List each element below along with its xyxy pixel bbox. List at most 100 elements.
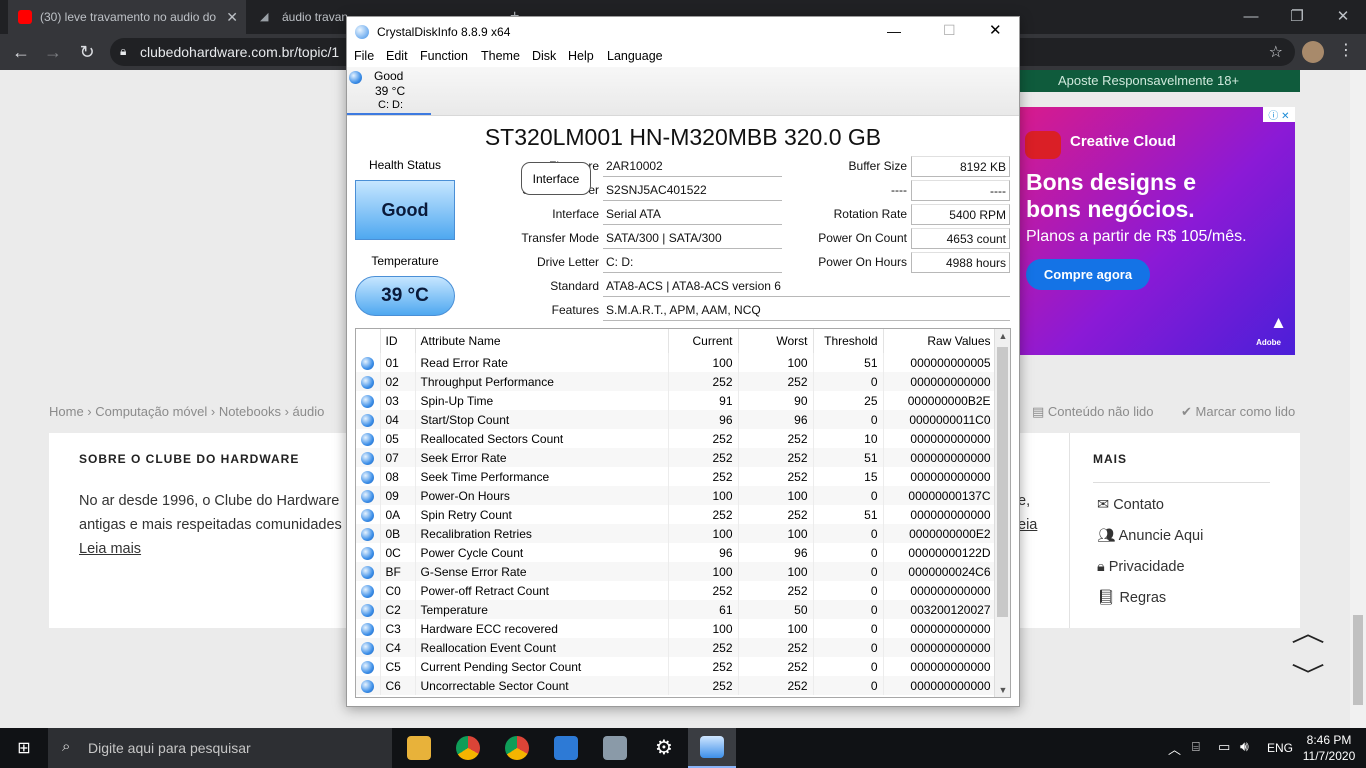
footer-link-regras[interactable]: 📘︎ Regras [1097, 586, 1166, 610]
header-current[interactable]: Current [668, 329, 739, 353]
menu-function[interactable]: Function [420, 49, 468, 63]
minimize-icon[interactable]: — [1228, 0, 1274, 32]
control-panel-icon[interactable] [554, 736, 578, 760]
footer-link-privacidade[interactable]: 🔒︎ Privacidade [1097, 555, 1185, 579]
chrome-icon-2[interactable] [505, 736, 529, 760]
header-attribute-name[interactable]: Attribute Name [415, 329, 669, 353]
about-line-2-tail[interactable]: eia [1018, 513, 1037, 537]
close-tab-icon[interactable]: ✕ [226, 9, 238, 26]
smart-row[interactable]: C6 Uncorrectable Sector Count 252 252 0 00000… [356, 676, 997, 695]
device-manager-icon[interactable] [603, 736, 627, 760]
tray-chevron-icon[interactable]: ︿ [1168, 739, 1181, 758]
volume-icon[interactable]: 🔊︎ [1240, 738, 1249, 755]
breadcrumb-home[interactable]: Home [49, 404, 84, 419]
smart-scrollbar-thumb[interactable] [997, 347, 1008, 617]
file-explorer-icon[interactable] [407, 736, 431, 760]
forward-icon[interactable]: → [40, 40, 66, 64]
menu-theme[interactable]: Theme [481, 49, 520, 63]
mark-read-link[interactable]: ✔ Marcar como lido [1181, 404, 1295, 420]
smart-raw-value: 003200120027 [883, 600, 997, 619]
taskbar-search[interactable]: ⌕ Digite aqui para pesquisar [48, 728, 392, 768]
smart-row[interactable]: C0 Power-off Retract Count 252 252 0 00000000… [356, 581, 997, 600]
cdi-minimize-icon[interactable]: — [887, 23, 901, 39]
menu-disk[interactable]: Disk [532, 49, 556, 63]
clock-date: 11/7/2020 [1302, 749, 1356, 763]
smart-status-cell [356, 353, 381, 372]
ad-creative-cloud[interactable]: Creative Cloud Bons designs e bons negóc… [1020, 107, 1295, 355]
avatar[interactable] [1302, 41, 1324, 63]
tab-youtube[interactable]: (30) leve travamento no audio do ✕ [8, 0, 246, 34]
scrollbar-thumb[interactable] [1353, 615, 1363, 705]
smart-row[interactable]: 03 Spin-Up Time 91 90 25 000000000B2E [356, 391, 997, 410]
settings-gear-icon[interactable]: ⚙ [652, 736, 676, 760]
network-icon[interactable]: ⌸ [1192, 739, 1200, 755]
smart-id: C4 [380, 638, 416, 657]
bookmark-star-icon[interactable]: ☆ [1269, 42, 1283, 62]
smart-row[interactable]: 01 Read Error Rate 100 100 51 000000000005 [356, 353, 997, 372]
menu-kebab-icon[interactable]: ⋮ [1338, 40, 1354, 60]
menu-file[interactable]: File [354, 49, 374, 63]
cdi-close-icon[interactable]: ✕ [989, 21, 1002, 39]
status-good-icon [361, 394, 374, 408]
scroll-down-arrow-icon[interactable]: ▼ [995, 685, 1010, 695]
taskbar-crystaldiskinfo[interactable] [688, 728, 736, 768]
smart-row[interactable]: 09 Power-On Hours 100 100 0 00000000137C [356, 486, 997, 505]
header-worst[interactable]: Worst [738, 329, 814, 353]
ad-banner-top[interactable]: Aposte Responsavelmente 18+ [1020, 70, 1300, 92]
scroll-up-arrow-icon[interactable]: ▲ [995, 331, 1010, 341]
smart-current: 252 [668, 581, 739, 600]
smart-row[interactable]: 02 Throughput Performance 252 252 0 000000000… [356, 372, 997, 391]
reload-icon[interactable]: ↻ [74, 40, 100, 64]
smart-row[interactable]: 0C Power Cycle Count 96 96 0 00000000122D [356, 543, 997, 562]
smart-row[interactable]: 0A Spin Retry Count 252 252 51 000000000000 [356, 505, 997, 524]
smart-worst: 100 [738, 619, 814, 638]
smart-row[interactable]: C4 Reallocation Event Count 252 252 0 0000000… [356, 638, 997, 657]
read-more-link[interactable]: Leia mais [79, 537, 141, 561]
smart-row[interactable]: C2 Temperature 61 50 0 003200120027 [356, 600, 997, 619]
unread-content-link[interactable]: ▤ Conteúdo não lido [1032, 404, 1153, 420]
scroll-down-icon[interactable]: ﹀ [1291, 656, 1325, 691]
menu-language[interactable]: Language [607, 49, 663, 63]
page-scrollbar[interactable] [1350, 70, 1366, 728]
breadcrumb-mobile[interactable]: Computação móvel [95, 404, 207, 419]
clock[interactable]: 8:46 PM 11/7/2020 [1300, 732, 1358, 764]
menu-edit[interactable]: Edit [386, 49, 408, 63]
chrome-icon[interactable] [456, 736, 480, 760]
smart-row[interactable]: C3 Hardware ECC recovered 100 100 0 000000000… [356, 619, 997, 638]
drive-tab[interactable]: Good 39 °C C: D: [347, 67, 431, 115]
restore-icon[interactable]: ❐ [1274, 0, 1320, 32]
smart-status-cell [356, 676, 381, 695]
smart-scrollbar[interactable]: ▲ ▼ [994, 329, 1010, 697]
cdi-title-bar[interactable]: CrystalDiskInfo 8.8.9 x64 — ☐ ✕ [347, 17, 1019, 47]
temperature-value[interactable]: 39 °C [355, 276, 455, 316]
footer-link-anuncie[interactable]: 👥︎ Anuncie Aqui [1097, 524, 1203, 548]
smart-row[interactable]: 05 Reallocated Sectors Count 252 252 10 00000… [356, 429, 997, 448]
footer-link-contato[interactable]: ✉ Contato [1097, 493, 1164, 517]
smart-worst: 252 [738, 467, 814, 486]
cdi-maximize-icon[interactable]: ☐ [943, 22, 956, 39]
header-raw-values[interactable]: Raw Values [883, 329, 997, 353]
back-icon[interactable]: ← [8, 40, 34, 64]
smart-current: 252 [668, 429, 739, 448]
windows-start-icon[interactable]: ⊞ [0, 728, 48, 768]
smart-row[interactable]: 04 Start/Stop Count 96 96 0 0000000011C0 [356, 410, 997, 429]
battery-icon[interactable]: ▭ [1218, 739, 1230, 755]
language-indicator[interactable]: ENG [1267, 741, 1293, 755]
header-status[interactable] [356, 329, 381, 353]
ad-choices-icon[interactable]: ⓘ ✕ [1263, 107, 1295, 122]
header-id[interactable]: ID [380, 329, 416, 353]
health-status-button[interactable]: Good [355, 180, 455, 240]
smart-row[interactable]: C5 Current Pending Sector Count 252 252 0 000… [356, 657, 997, 676]
ad-cta-button[interactable]: Compre agora [1026, 259, 1150, 290]
menu-help[interactable]: Help [568, 49, 594, 63]
breadcrumb-topic[interactable]: áudio [293, 404, 325, 419]
header-threshold[interactable]: Threshold [813, 329, 884, 353]
close-window-icon[interactable]: ✕ [1320, 0, 1366, 32]
breadcrumb-notebooks[interactable]: Notebooks [219, 404, 281, 419]
smart-row[interactable]: 0B Recalibration Retries 100 100 0 0000000000… [356, 524, 997, 543]
smart-row[interactable]: 08 Seek Time Performance 252 252 15 000000000… [356, 467, 997, 486]
smart-row[interactable]: BF G-Sense Error Rate 100 100 0 0000000024C6 [356, 562, 997, 581]
smart-attributes-list[interactable]: ID Attribute Name Current Worst Threshol… [355, 328, 1011, 698]
scroll-up-icon[interactable]: ︿ [1291, 613, 1325, 648]
smart-row[interactable]: 07 Seek Error Rate 252 252 51 000000000000 [356, 448, 997, 467]
